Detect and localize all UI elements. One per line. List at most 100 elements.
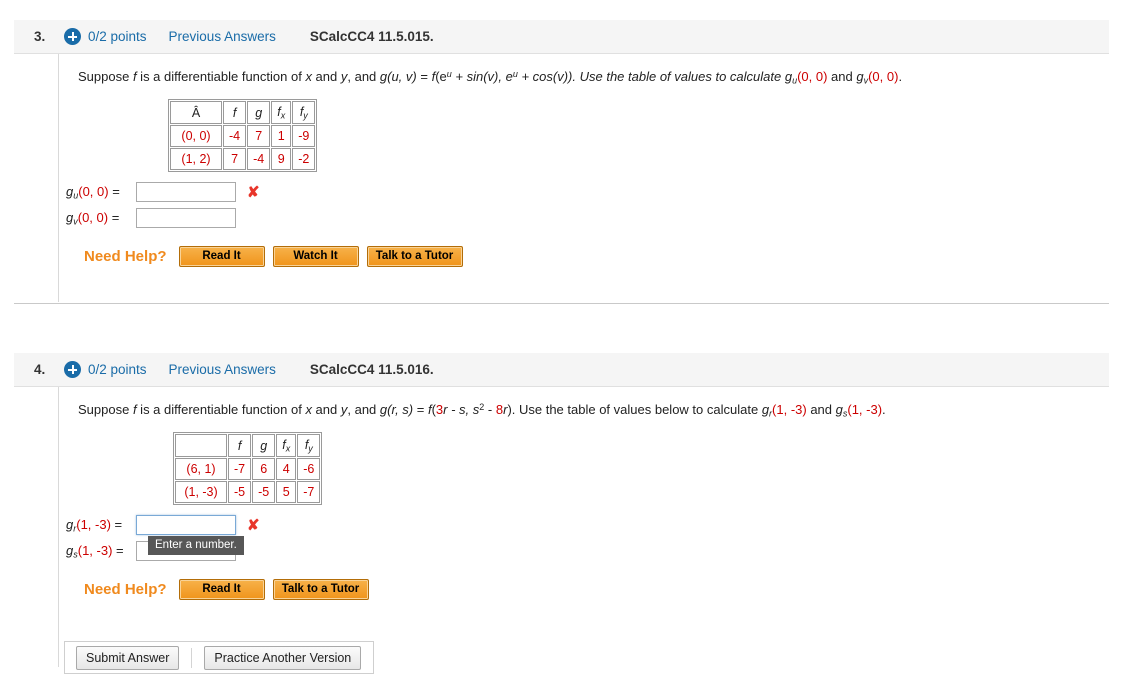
stmt-gu-point: (0, 0) (797, 69, 828, 85)
table-value: -5 (228, 481, 252, 504)
question-code-3: SCalcCC4 11.5.015. (309, 29, 434, 44)
answer-input-gr[interactable] (136, 515, 236, 536)
hdr-sub: x (280, 110, 286, 121)
stmt-coef-8: 8 (495, 402, 504, 418)
ans-eq: = (108, 210, 120, 226)
table-row: (0, 0) -4 7 1 -9 (170, 125, 316, 148)
stmt-part: , and (347, 402, 380, 418)
stmt-args: (r, s) (387, 402, 414, 418)
stmt-part: and (311, 402, 341, 418)
question-block-4: 4. 0/2 points Previous Answers SCalcCC4 … (14, 353, 1109, 667)
table-value: -7 (297, 481, 321, 504)
table-header-fy: fy (297, 433, 321, 458)
previous-answers-link-4[interactable]: Previous Answers (169, 362, 276, 377)
table-point: (0, 0) (170, 125, 222, 148)
plus-circle-icon[interactable] (64, 361, 81, 378)
answer-label-gr: gr(1, -3) = (66, 517, 136, 533)
table-row: (6, 1) -7 6 4 -6 (175, 458, 321, 481)
question-statement-4: Suppose f is a differentiable function o… (78, 401, 1109, 420)
stmt-part: ). Use the table of values below to calc… (507, 402, 762, 418)
table-value: 7 (247, 125, 271, 148)
table-corner-cell: Â (170, 100, 222, 125)
table-value: -6 (297, 458, 321, 481)
stmt-part: - (484, 402, 496, 418)
question-body-3: Suppose f is a differentiable function o… (14, 54, 1109, 302)
watch-it-button-3[interactable]: Watch It (272, 246, 359, 268)
table-value: 7 (223, 148, 247, 171)
question-header-4: 4. 0/2 points Previous Answers SCalcCC4 … (14, 353, 1109, 387)
stmt-args: (u, v) (387, 69, 417, 85)
incorrect-mark-icon: ✘ (247, 516, 260, 534)
question-code-4: SCalcCC4 11.5.016. (309, 362, 434, 377)
ans-point: (0, 0) (77, 210, 109, 226)
table-value: 5 (276, 481, 297, 504)
question-header-3: 3. 0/2 points Previous Answers SCalcCC4 … (14, 20, 1109, 54)
table-value: 1 (271, 125, 292, 148)
ans-eq: = (108, 184, 120, 200)
stmt-gs-point: (1, -3) (847, 402, 883, 418)
answer-input-gu[interactable] (136, 182, 236, 203)
answer-row-gu: gu(0, 0) = ✘ (66, 180, 1109, 204)
read-it-button-3[interactable]: Read It (178, 246, 265, 268)
table-header-row: Â f g fx fy (170, 100, 316, 125)
table-header-f: f (223, 100, 247, 125)
answer-row-gr: gr(1, -3) = ✘ Enter a number. (66, 513, 1109, 556)
stmt-part: is a differentiable function of (136, 402, 306, 418)
table-value: 4 (276, 458, 297, 481)
gutter-divider-3 (58, 54, 59, 302)
ans-point: (1, -3) (76, 517, 111, 533)
table-point: (6, 1) (175, 458, 227, 481)
read-it-button-4[interactable]: Read It (178, 579, 265, 601)
stmt-gr: g (761, 402, 770, 418)
table-value: 6 (252, 458, 276, 481)
table-value: -7 (228, 458, 252, 481)
question-statement-3: Suppose f is a differentiable function o… (78, 68, 1109, 87)
talk-to-a-tutor-button-4[interactable]: Talk to a Tutor (272, 579, 369, 601)
table-header-g: g (252, 433, 276, 458)
stmt-part: + cos(v)). Use the table of values to ca… (517, 69, 785, 85)
submit-bar: Submit Answer Practice Another Version (64, 641, 374, 674)
table-corner-cell (175, 433, 227, 458)
table-header-g: g (247, 100, 271, 125)
question-number-4: 4. (34, 362, 46, 377)
hdr-sub: y (308, 443, 313, 454)
table-header-fx: fx (276, 433, 297, 458)
plus-circle-icon[interactable] (64, 28, 81, 45)
table-point: (1, -3) (175, 481, 227, 504)
ans-point: (0, 0) (78, 184, 109, 200)
validation-tooltip: Enter a number. (148, 536, 244, 556)
table-header-f: f (228, 433, 252, 458)
stmt-part: + sin(v), e (451, 69, 513, 85)
question-separator (14, 303, 1109, 304)
stmt-part: and (311, 69, 341, 85)
answer-label-gu: gu(0, 0) = (66, 184, 136, 200)
question-body-4: Suppose f is a differentiable function o… (14, 387, 1109, 667)
answer-row-gv: gv(0, 0) = (66, 206, 1109, 230)
stmt-part: Suppose (78, 402, 133, 418)
practice-another-version-button[interactable]: Practice Another Version (204, 645, 362, 670)
answer-input-gv[interactable] (136, 208, 236, 229)
table-value: -4 (247, 148, 271, 171)
table-row: (1, 2) 7 -4 9 -2 (170, 148, 316, 171)
stmt-part: is a differentiable function of (136, 69, 306, 85)
need-help-label-4: Need Help? (84, 581, 167, 599)
gutter-divider-4 (58, 387, 59, 667)
submit-answer-button[interactable]: Submit Answer (76, 645, 180, 670)
stmt-part: , and (347, 69, 380, 85)
ans-eq: = (110, 517, 123, 533)
talk-to-a-tutor-button-3[interactable]: Talk to a Tutor (366, 246, 463, 268)
stmt-part: Suppose (78, 69, 133, 85)
points-label-4: 0/2 points (88, 362, 147, 377)
table-header-fx: fx (271, 100, 292, 125)
need-help-row-3: Need Help? Read It Watch It Talk to a Tu… (78, 246, 1109, 268)
values-table-3: Â f g fx fy (0, 0) -4 7 1 -9 (1, 2) 7 -4… (168, 98, 318, 173)
button-divider (191, 647, 193, 668)
table-value: -5 (252, 481, 276, 504)
stmt-gs: g (835, 402, 843, 418)
need-help-row-4: Need Help? Read It Talk to a Tutor (78, 579, 1109, 601)
table-value: -9 (292, 125, 316, 148)
stmt-eq: = (416, 69, 432, 85)
previous-answers-link-3[interactable]: Previous Answers (169, 29, 276, 44)
table-value: 9 (271, 148, 292, 171)
points-label-3: 0/2 points (88, 29, 147, 44)
